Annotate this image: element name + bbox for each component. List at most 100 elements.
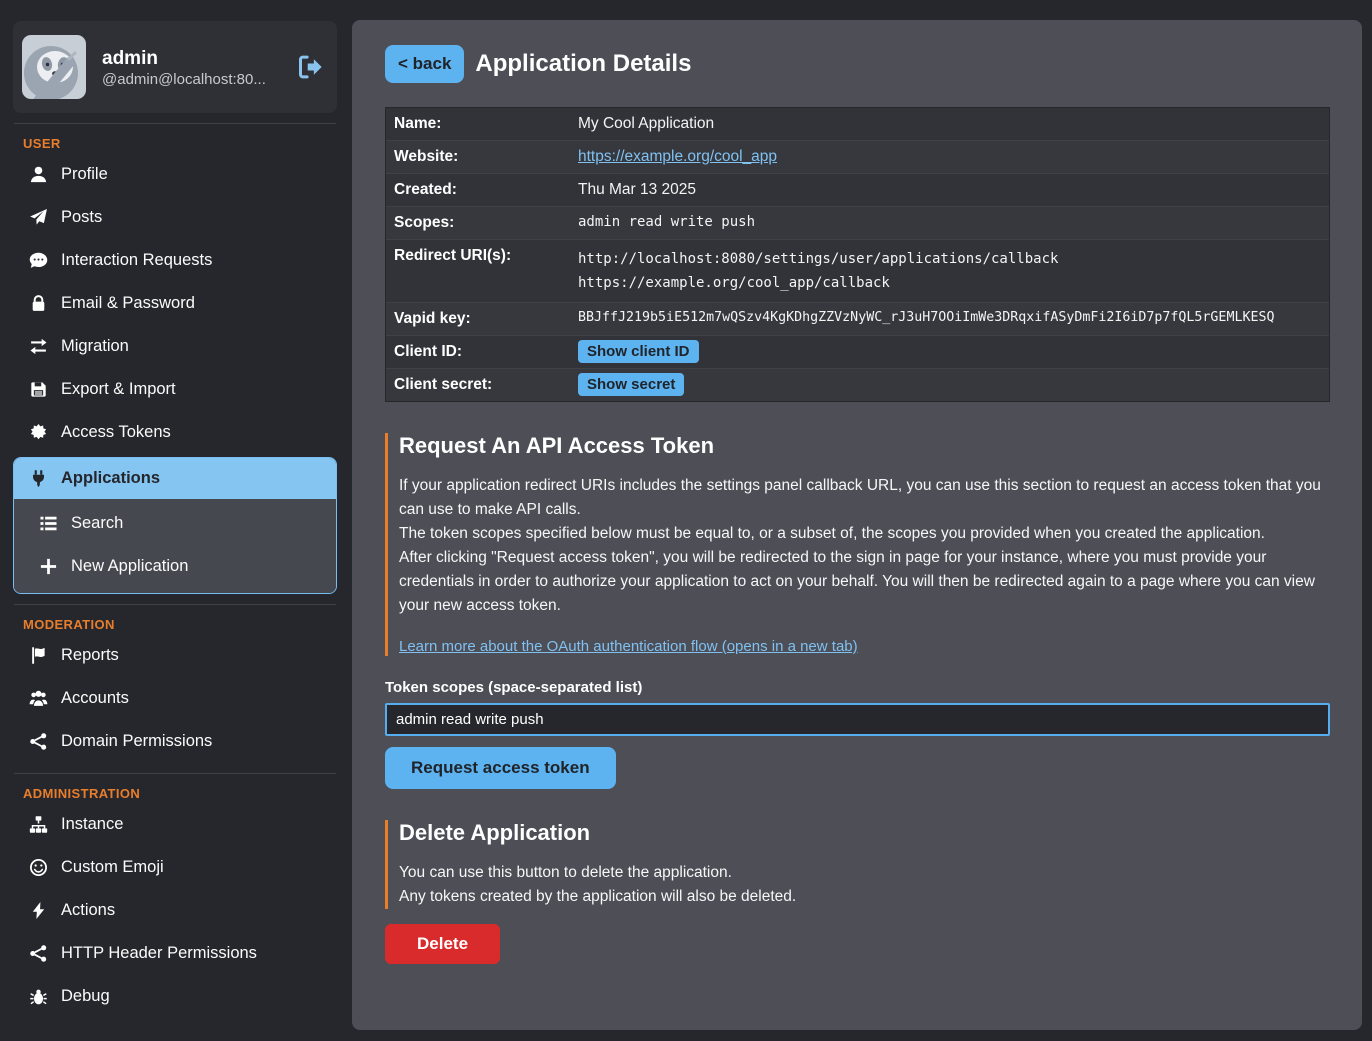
sidebar-item-reports[interactable]: Reports (13, 634, 337, 677)
sidebar-divider (14, 773, 336, 774)
page-header: < back Application Details (385, 45, 1330, 83)
sidebar-item-custom-emoji[interactable]: Custom Emoji (13, 846, 337, 889)
bolt-icon (29, 901, 48, 920)
user-handle: @admin@localhost:80... (102, 71, 266, 88)
sitemap-icon (29, 815, 48, 834)
sidebar-item-label: Accounts (61, 689, 129, 708)
section-paragraph: After clicking "Request access token", y… (399, 546, 1330, 618)
row-label: Scopes: (386, 207, 570, 239)
certificate-icon (29, 423, 48, 442)
sidebar-divider (14, 604, 336, 605)
sidebar-item-label: Posts (61, 208, 102, 227)
section-paragraph: The token scopes specified below must be… (399, 522, 1330, 546)
table-row-client-secret: Client secret: Show secret (386, 368, 1329, 401)
sidebar-item-label: Custom Emoji (61, 858, 164, 877)
section-label-administration: ADMINISTRATION (23, 786, 337, 801)
row-value: BBJffJ219b5iE512m7wQSzv4KgKDhgZZVzNyWC_r… (570, 303, 1329, 332)
request-access-token-button[interactable]: Request access token (385, 747, 616, 789)
sidebar-item-applications-active[interactable]: Applications (14, 458, 336, 499)
table-row-name: Name: My Cool Application (386, 108, 1329, 140)
bug-icon (29, 987, 48, 1006)
users-icon (29, 689, 48, 708)
row-value: admin read write push (570, 207, 1329, 237)
sidebar-item-label: Applications (61, 469, 160, 488)
plug-icon (29, 469, 48, 488)
sidebar-item-posts[interactable]: Posts (13, 196, 337, 239)
row-value: Thu Mar 13 2025 (570, 174, 1329, 206)
sidebar-item-label: Instance (61, 815, 123, 834)
section-label-user: USER (23, 136, 337, 151)
show-client-id-button[interactable]: Show client ID (578, 340, 699, 363)
main-panel: < back Application Details Name: My Cool… (352, 20, 1362, 1030)
main-wrapper: < back Application Details Name: My Cool… (352, 0, 1372, 1041)
sign-out-icon (296, 54, 323, 81)
exchange-icon (29, 337, 48, 356)
table-row-client-id: Client ID: Show client ID (386, 335, 1329, 368)
sloth-avatar-image (22, 35, 86, 99)
sidebar-item-migration[interactable]: Migration (13, 325, 337, 368)
section-heading: Delete Application (399, 820, 1330, 846)
sidebar-item-applications-search[interactable]: Search (14, 502, 336, 545)
row-label: Created: (386, 174, 570, 206)
token-scopes-label: Token scopes (space-separated list) (385, 679, 1330, 696)
sidebar-item-label: Debug (61, 987, 110, 1006)
sidebar-item-interaction-requests[interactable]: Interaction Requests (13, 239, 337, 282)
sidebar-item-label: Domain Permissions (61, 732, 212, 751)
sidebar-divider (14, 123, 336, 124)
lock-icon (29, 294, 48, 313)
section-paragraph: If your application redirect URIs includ… (399, 474, 1330, 522)
avatar (22, 35, 86, 99)
token-scopes-input[interactable] (385, 703, 1330, 736)
sidebar-item-label: HTTP Header Permissions (61, 944, 257, 963)
user-icon (29, 165, 48, 184)
sidebar-item-debug[interactable]: Debug (13, 975, 337, 1018)
row-label: Website: (386, 141, 570, 173)
row-label: Client ID: (386, 336, 570, 368)
floppy-icon (29, 380, 48, 399)
oauth-docs-link[interactable]: Learn more about the OAuth authenticatio… (399, 638, 858, 655)
comment-dots-icon (29, 251, 48, 270)
flag-icon (29, 646, 48, 665)
user-card[interactable]: admin @admin@localhost:80... (13, 21, 337, 113)
sidebar-item-label: Email & Password (61, 294, 195, 313)
sidebar-item-label: Export & Import (61, 380, 176, 399)
list-icon (39, 514, 58, 533)
table-row-redirect-uris: Redirect URI(s): http://localhost:8080/s… (386, 239, 1329, 302)
website-link[interactable]: https://example.org/cool_app (578, 148, 777, 165)
back-button[interactable]: < back (385, 45, 464, 83)
user-display-name: admin (102, 46, 266, 72)
share-nodes-icon (29, 732, 48, 751)
share-nodes-icon (29, 944, 48, 963)
sidebar-item-domain-permissions[interactable]: Domain Permissions (13, 720, 337, 763)
row-label: Name: (386, 108, 570, 140)
sidebar-item-new-application[interactable]: New Application (14, 545, 336, 588)
sidebar-item-label: Actions (61, 901, 115, 920)
sidebar-item-http-header-permissions[interactable]: HTTP Header Permissions (13, 932, 337, 975)
plus-icon (39, 557, 58, 576)
section-label-moderation: MODERATION (23, 617, 337, 632)
user-card-text: admin @admin@localhost:80... (102, 46, 266, 89)
applications-group: Applications Search New Application (13, 457, 337, 594)
show-secret-button[interactable]: Show secret (578, 373, 684, 396)
applications-submenu: Search New Application (14, 499, 336, 593)
logout-button[interactable] (296, 54, 323, 81)
table-row-scopes: Scopes: admin read write push (386, 206, 1329, 239)
sidebar-item-instance[interactable]: Instance (13, 803, 337, 846)
row-label: Vapid key: (386, 303, 570, 335)
sidebar-item-actions[interactable]: Actions (13, 889, 337, 932)
delete-button[interactable]: Delete (385, 924, 500, 964)
sidebar-item-profile[interactable]: Profile (13, 153, 337, 196)
sidebar-item-label: Reports (61, 646, 119, 665)
smile-icon (29, 858, 48, 877)
sidebar-item-access-tokens[interactable]: Access Tokens (13, 411, 337, 454)
sidebar-item-email-password[interactable]: Email & Password (13, 282, 337, 325)
row-label: Redirect URI(s): (386, 240, 570, 272)
sidebar-item-export-import[interactable]: Export & Import (13, 368, 337, 411)
row-label: Client secret: (386, 369, 570, 401)
sidebar-item-label: Access Tokens (61, 423, 171, 442)
sidebar: admin @admin@localhost:80... USER Profil… (0, 0, 352, 1041)
sidebar-item-accounts[interactable]: Accounts (13, 677, 337, 720)
paper-plane-icon (29, 208, 48, 227)
table-row-created: Created: Thu Mar 13 2025 (386, 173, 1329, 206)
page-title: Application Details (475, 50, 691, 78)
